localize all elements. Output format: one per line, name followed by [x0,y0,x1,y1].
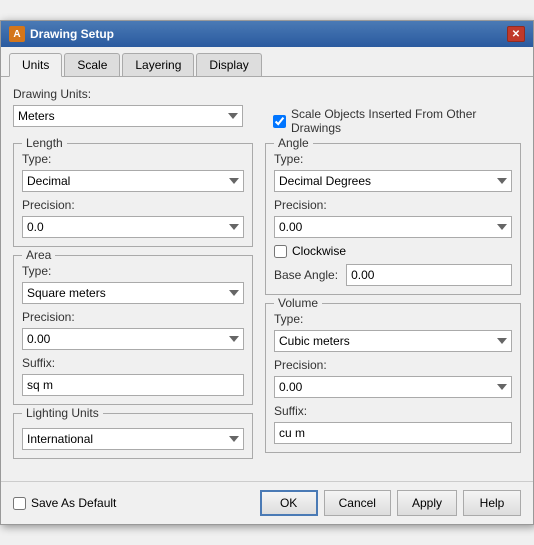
scale-objects-checkbox[interactable] [273,115,286,128]
ok-button[interactable]: OK [260,490,318,516]
volume-suffix-input[interactable] [274,422,512,444]
area-suffix-input[interactable] [22,374,244,396]
dialog-title: Drawing Setup [30,27,114,41]
volume-type-label: Type: [274,312,512,326]
tab-units[interactable]: Units [9,53,62,77]
volume-group-title: Volume [274,296,322,310]
save-default-label: Save As Default [31,496,116,510]
app-icon: A [9,26,25,42]
volume-precision-select[interactable]: 0.00 [274,376,512,398]
tab-content: Drawing Units: Meters Scale Objects Inse… [1,77,533,477]
right-column: Angle Type: Decimal Degrees Precision: 0… [265,143,521,467]
tab-display[interactable]: Display [196,53,261,76]
area-group: Area Type: Square meters Precision: 0.00 [13,255,253,405]
close-button[interactable]: ✕ [507,26,525,42]
area-type-row: Type: Square meters [22,264,244,304]
drawing-setup-dialog: A Drawing Setup ✕ Units Scale Layering D… [0,20,534,525]
help-button[interactable]: Help [463,490,521,516]
tab-layering[interactable]: Layering [122,53,194,76]
volume-suffix-row: Suffix: [274,404,512,444]
volume-precision-label: Precision: [274,358,512,372]
clockwise-label: Clockwise [292,244,346,258]
volume-type-row: Type: Cubic meters [274,312,512,352]
length-group-title: Length [22,136,67,150]
angle-group-title: Angle [274,136,313,150]
tab-scale[interactable]: Scale [64,53,120,76]
titlebar-left: A Drawing Setup [9,26,114,42]
length-type-select[interactable]: Decimal [22,170,244,192]
base-angle-label: Base Angle: [274,268,338,282]
area-precision-row: Precision: 0.00 [22,310,244,350]
angle-precision-label: Precision: [274,198,512,212]
volume-group: Volume Type: Cubic meters Precision: 0.0… [265,303,521,453]
angle-group: Angle Type: Decimal Degrees Precision: 0… [265,143,521,295]
scale-objects-row: Scale Objects Inserted From Other Drawin… [273,107,521,135]
angle-type-row: Type: Decimal Degrees [274,152,512,192]
save-default-checkbox[interactable] [13,497,26,510]
lighting-units-section: Lighting Units International [13,413,253,459]
footer: Save As Default OK Cancel Apply Help [1,481,533,524]
left-column: Length Type: Decimal Precision: 0.0 [13,143,253,467]
volume-suffix-label: Suffix: [274,404,512,418]
length-precision-row: Precision: 0.0 [22,198,244,238]
scale-objects-label: Scale Objects Inserted From Other Drawin… [291,107,521,135]
angle-type-select[interactable]: Decimal Degrees [274,170,512,192]
footer-buttons: OK Cancel Apply Help [260,490,521,516]
apply-button[interactable]: Apply [397,490,457,516]
area-suffix-label: Suffix: [22,356,244,370]
drawing-units-select[interactable]: Meters [13,105,243,127]
lighting-units-select[interactable]: International [22,428,244,450]
clockwise-row: Clockwise [274,244,512,258]
length-type-label: Type: [22,152,244,166]
base-angle-input[interactable] [346,264,512,286]
angle-precision-select[interactable]: 0.00 [274,216,512,238]
lighting-group-title: Lighting Units [22,406,103,420]
main-columns: Length Type: Decimal Precision: 0.0 [13,143,521,467]
tab-bar: Units Scale Layering Display [1,47,533,77]
cancel-button[interactable]: Cancel [324,490,391,516]
area-type-select[interactable]: Square meters [22,282,244,304]
angle-precision-row: Precision: 0.00 [274,198,512,238]
volume-type-select[interactable]: Cubic meters [274,330,512,352]
base-angle-row: Base Angle: [274,264,512,286]
area-suffix-row: Suffix: [22,356,244,396]
area-type-label: Type: [22,264,244,278]
length-type-row: Type: Decimal [22,152,244,192]
length-precision-select[interactable]: 0.0 [22,216,244,238]
clockwise-checkbox[interactable] [274,245,287,258]
footer-left: Save As Default [13,496,260,510]
angle-type-label: Type: [274,152,512,166]
titlebar: A Drawing Setup ✕ [1,21,533,47]
length-precision-label: Precision: [22,198,244,212]
lighting-group-box: Lighting Units International [13,413,253,459]
volume-precision-row: Precision: 0.00 [274,358,512,398]
area-precision-select[interactable]: 0.00 [22,328,244,350]
area-precision-label: Precision: [22,310,244,324]
length-group: Length Type: Decimal Precision: 0.0 [13,143,253,247]
area-group-title: Area [22,248,55,262]
drawing-units-label: Drawing Units: [13,87,521,101]
